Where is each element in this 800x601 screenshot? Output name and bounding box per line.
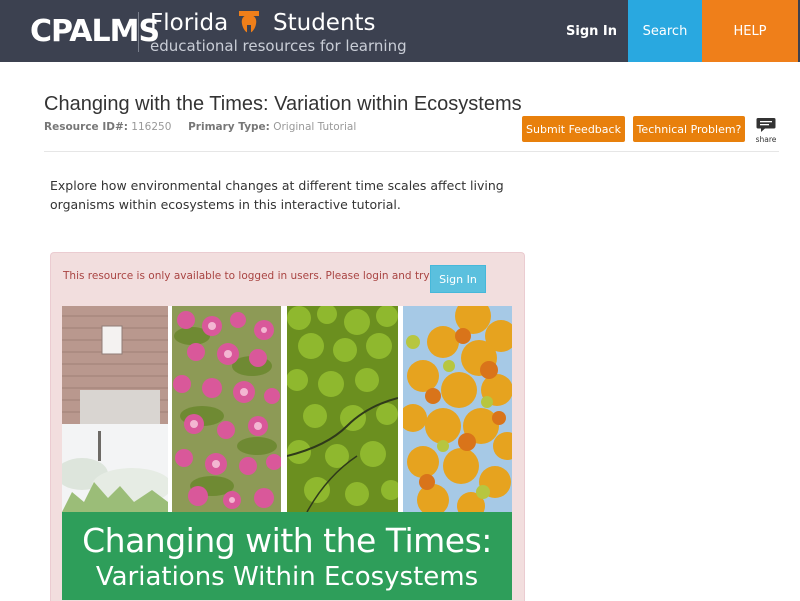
brand-florida[interactable]: Florida: [150, 8, 228, 38]
snowy-house-image: [62, 306, 168, 512]
title-divider: [44, 151, 779, 152]
resource-meta: Resource ID#: 116250 Primary Type: Origi…: [44, 121, 356, 133]
resource-id-value: 116250: [131, 121, 172, 133]
login-required-message: This resource is only available to logge…: [63, 270, 466, 282]
tutorial-thumbnail[interactable]: Changing with the Times: Variations With…: [62, 306, 512, 600]
primary-type-label: Primary Type:: [188, 121, 270, 133]
technical-problem-button[interactable]: Technical Problem?: [633, 116, 745, 142]
share-speech-bubble-icon: [756, 118, 776, 132]
nav-search-button[interactable]: Search: [628, 0, 702, 62]
cpalms-logo[interactable]: CPALMS: [30, 12, 160, 52]
logo-divider: [138, 12, 139, 52]
resource-description: Explore how environmental changes at dif…: [50, 178, 504, 212]
primary-type-value: Original Tutorial: [273, 121, 357, 133]
resource-id-label: Resource ID#:: [44, 121, 128, 133]
brand-students[interactable]: Students: [273, 8, 376, 38]
share-button[interactable]: share: [755, 117, 777, 147]
pink-blossoms-image: [172, 306, 281, 512]
green-foliage-image: [287, 306, 398, 512]
nav-help-button[interactable]: HELP: [702, 0, 798, 62]
thumbnail-title-banner: Changing with the Times: Variations With…: [62, 512, 512, 600]
thumbnail-title-line1: Changing with the Times:: [82, 521, 492, 560]
top-navbar: CPALMS Florida Students educational reso…: [0, 0, 800, 62]
submit-feedback-button[interactable]: Submit Feedback: [522, 116, 625, 142]
nav-signin-link[interactable]: Sign In: [555, 0, 628, 62]
tagline: educational resources for learning: [150, 37, 407, 55]
share-label: share: [755, 135, 777, 144]
page-title: Changing with the Times: Variation withi…: [44, 93, 522, 115]
autumn-foliage-image: [403, 306, 512, 512]
thumbnail-title-line2: Variations Within Ecosystems: [95, 562, 479, 592]
alert-signin-button[interactable]: Sign In: [430, 265, 486, 293]
apple-teacher-icon: [239, 11, 259, 33]
